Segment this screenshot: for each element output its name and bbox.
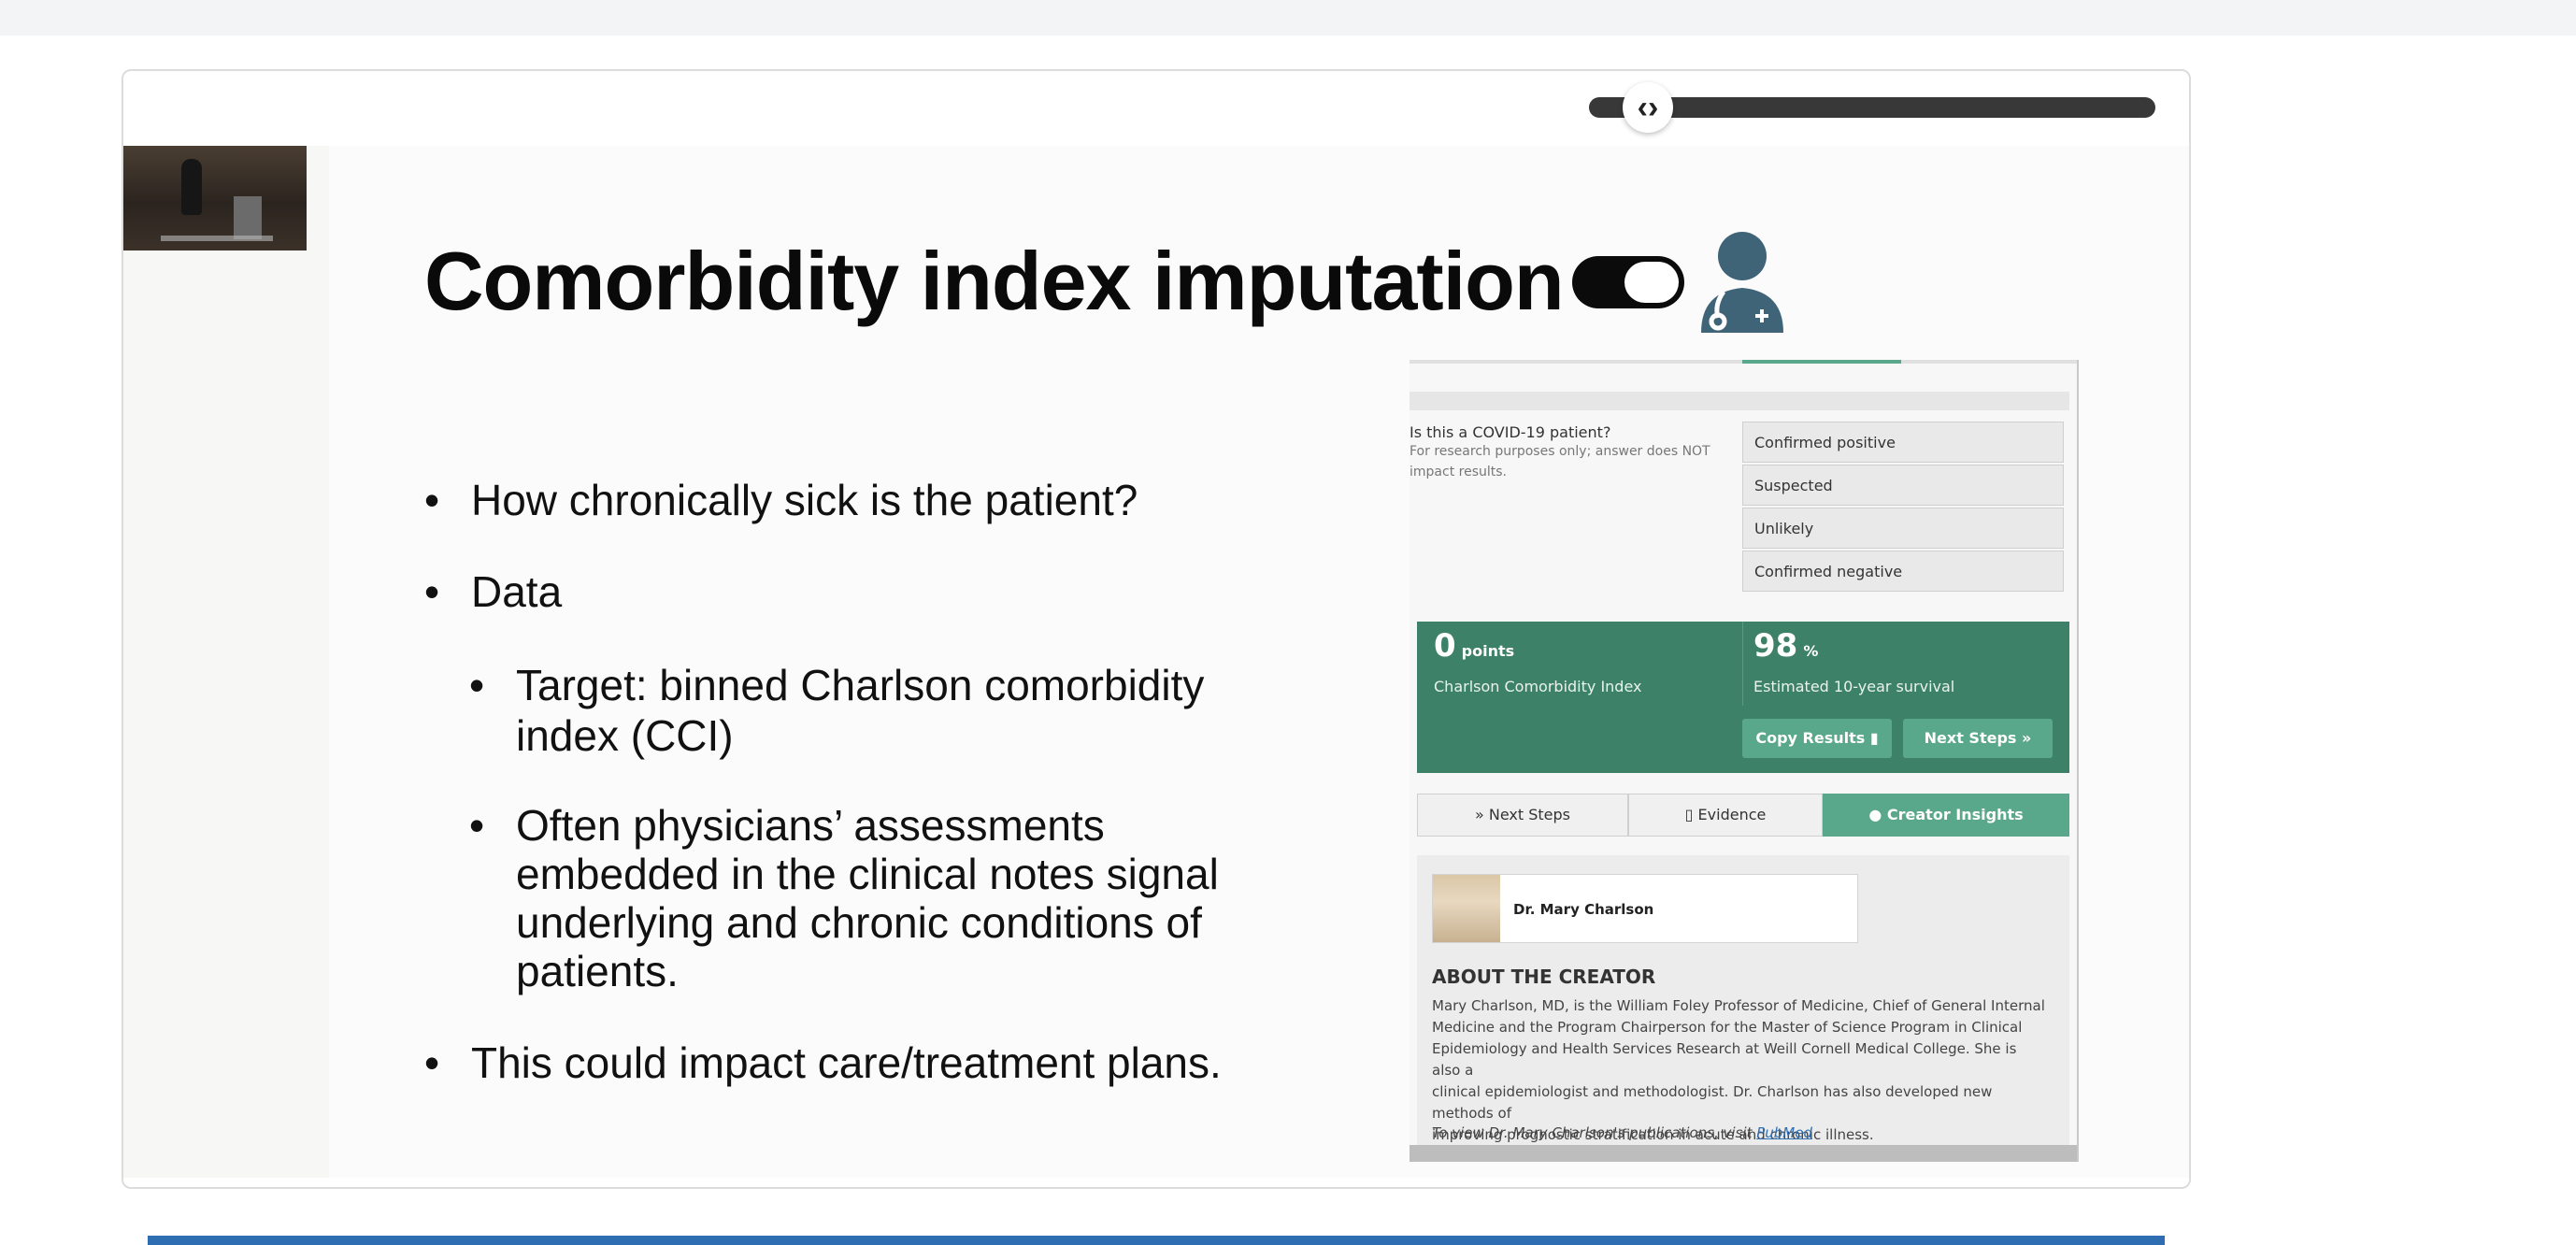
results-divider: [1742, 622, 1743, 706]
tab-indicator: [1742, 360, 1901, 364]
covid-question: Is this a COVID-19 patient?: [1410, 423, 1611, 441]
user-icon: ●: [1868, 806, 1882, 823]
points-value: 0 points: [1434, 627, 1515, 665]
tab-creator-insights[interactable]: ● Creator Insights: [1823, 794, 2069, 837]
chevron-right-icon: »: [2022, 729, 2032, 747]
option-unlikely[interactable]: Unlikely: [1742, 508, 2064, 549]
video-scrubber-track[interactable]: [1589, 97, 2155, 118]
slide-title: Comorbidity index imputation: [424, 235, 1565, 327]
tab-next-steps[interactable]: » Next Steps: [1417, 794, 1628, 837]
publications-line: To view Dr. Mary Charlson's publications…: [1432, 1124, 1812, 1141]
bottom-accent-bar: [148, 1236, 2165, 1245]
thumbnail-caption: [161, 236, 273, 241]
covid-note-line1: For research purposes only; answer does …: [1410, 444, 1710, 459]
document-icon: ▯: [1684, 806, 1694, 823]
podium: [234, 196, 262, 239]
avatar: [1433, 875, 1500, 942]
panel-bottom-strip: [1410, 1145, 2077, 1162]
about-creator-heading: ABOUT THE CREATOR: [1432, 966, 1656, 988]
double-chevron-icon: »: [1474, 806, 1484, 823]
next-steps-button[interactable]: Next Steps »: [1903, 719, 2053, 758]
about-creator-text: Mary Charlson, MD, is the William Foley …: [1432, 997, 2045, 1143]
survival-label: Estimated 10-year survival: [1753, 678, 1955, 695]
mdcalc-screenshot-panel: Is this a COVID-19 patient? For research…: [1410, 360, 2079, 1162]
creator-name: Dr. Mary Charlson: [1513, 901, 1654, 918]
clipboard-icon: ▮: [1869, 729, 1879, 747]
copy-results-button[interactable]: Copy Results ▮: [1742, 719, 1892, 758]
pubmed-link[interactable]: PubMed: [1756, 1124, 1812, 1141]
browser-top-bar: [0, 0, 2576, 36]
survival-value: 98%: [1753, 627, 1819, 665]
option-confirmed-negative[interactable]: Confirmed negative: [1742, 551, 2064, 592]
speaker-figure: [181, 159, 202, 215]
option-suspected[interactable]: Suspected: [1742, 465, 2064, 506]
points-label: Charlson Comorbidity Index: [1434, 678, 1642, 695]
option-confirmed-positive[interactable]: Confirmed positive: [1742, 422, 2064, 463]
panel-divider: [1410, 392, 2069, 410]
toggle-icon: [1572, 256, 1684, 308]
calculator-tabs: » Next Steps ▯ Evidence ● Creator Insigh…: [1417, 794, 2069, 837]
doctor-icon: [1701, 232, 1783, 333]
creator-card: Dr. Mary Charlson: [1432, 874, 1858, 943]
tab-evidence[interactable]: ▯ Evidence: [1628, 794, 1823, 837]
speaker-video-thumbnail[interactable]: [123, 146, 307, 250]
covid-note-line2: impact results.: [1410, 465, 1507, 479]
chevron-left-right-icon[interactable]: ‹›: [1623, 82, 1673, 133]
creator-insights-panel: Dr. Mary Charlson ABOUT THE CREATOR Mary…: [1417, 855, 2069, 1162]
results-box: 0 points Charlson Comorbidity Index 98% E…: [1417, 622, 2069, 773]
